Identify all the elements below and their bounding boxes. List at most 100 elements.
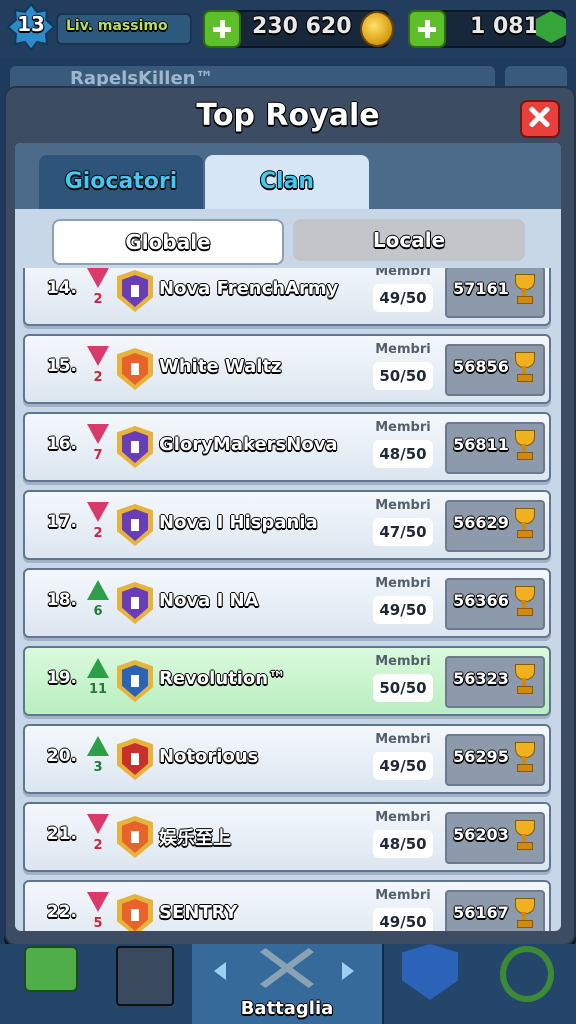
clan-row[interactable]: 16. 7 GloryMakersNova Membri 48/50 56811 (23, 412, 551, 482)
clan-row[interactable]: 19. 11 Revolution™ Membri 50/50 56323 (23, 646, 551, 716)
members-count: 49/50 (373, 596, 433, 624)
add-gold-button[interactable] (203, 10, 241, 48)
members-count: 50/50 (373, 674, 433, 702)
clan-row[interactable]: 18. 6 Nova I NA Membri 49/50 56366 (23, 568, 551, 638)
rank-change: 2 (93, 292, 103, 307)
members-label: Membri (375, 498, 431, 513)
nav-shop[interactable] (0, 944, 98, 1024)
clan-trophies: 56167 (453, 903, 509, 922)
members-count: 49/50 (373, 752, 433, 780)
gold-coin-icon (360, 11, 394, 47)
rank-change: 6 (93, 604, 103, 619)
modal-title: Top Royale (196, 98, 380, 133)
members-label: Membri (375, 810, 431, 825)
members-count: 47/50 (373, 518, 433, 546)
trophy-icon (513, 664, 535, 694)
player-level: 13 (17, 12, 45, 36)
rank-change: 3 (93, 760, 103, 775)
clan-name: Nova I Hispania (159, 512, 318, 533)
clan-row[interactable]: 20. 3 Notorious Membri 49/50 56295 (23, 724, 551, 794)
trend-up-icon (87, 658, 109, 678)
scope-global-button[interactable]: Globale (52, 219, 284, 265)
trophy-icon (513, 430, 535, 460)
clan-list[interactable]: 14. 2 Nova FrenchArmy Membri 49/50 57161 15. 2 W… (15, 268, 561, 931)
clan-trophies: 56323 (453, 669, 509, 688)
trend-down-icon (87, 892, 109, 912)
nav-tournaments[interactable] (480, 944, 576, 1024)
rank-change: 11 (88, 682, 108, 697)
clan-name: White Waltz (159, 356, 282, 377)
clan-rank: 15. (46, 356, 77, 376)
members-count: 49/50 (373, 908, 433, 931)
trophy-icon (513, 274, 535, 304)
clan-name: Notorious (159, 746, 259, 767)
clan-badge-icon (117, 426, 153, 468)
clan-badge-icon (117, 894, 153, 931)
crossed-swords-icon (260, 948, 314, 988)
clan-rank: 21. (46, 824, 77, 844)
gold-value: 230 620 (252, 14, 352, 39)
members-count: 48/50 (373, 440, 433, 468)
members-count: 48/50 (373, 830, 433, 858)
leaderboard-content: Giocatori Clan Globale Locale 14. 2 Nova F… (15, 143, 561, 931)
clan-trophies: 56629 (453, 513, 509, 532)
clan-row[interactable]: 22. 5 SENTRY Membri 49/50 56167 (23, 880, 551, 931)
nav-cards[interactable] (96, 944, 194, 1024)
clan-trophies: 57161 (453, 279, 509, 298)
rank-change: 2 (93, 838, 103, 853)
scope-local-button[interactable]: Locale (293, 219, 525, 261)
clan-row[interactable]: 15. 2 White Waltz Membri 50/50 56856 (23, 334, 551, 404)
members-label: Membri (375, 268, 431, 279)
members-label: Membri (375, 888, 431, 903)
members-label: Membri (375, 576, 431, 591)
rank-change: 2 (93, 526, 103, 541)
trend-down-icon (87, 502, 109, 522)
close-icon (528, 106, 550, 128)
clan-badge-icon (117, 660, 153, 702)
clan-row[interactable]: 14. 2 Nova FrenchArmy Membri 49/50 57161 (23, 268, 551, 326)
clan-rank: 22. (46, 902, 77, 922)
add-gems-button[interactable] (408, 10, 446, 48)
trend-up-icon (87, 580, 109, 600)
clan-row[interactable]: 17. 2 Nova I Hispania Membri 47/50 56629 (23, 490, 551, 560)
clan-badge-icon (117, 504, 153, 546)
tab-clan[interactable]: Clan (205, 155, 369, 209)
trend-down-icon (87, 346, 109, 366)
trend-down-icon (87, 268, 109, 288)
rank-change: 2 (93, 370, 103, 385)
clan-badge-icon (117, 348, 153, 390)
rank-change: 7 (93, 448, 103, 463)
chest-icon (24, 946, 78, 992)
clan-rank: 20. (46, 746, 77, 766)
laurel-trophy-icon (500, 946, 554, 1002)
clan-shield-icon (402, 944, 458, 1000)
clan-name: SENTRY (159, 902, 238, 923)
trophy-icon (513, 742, 535, 772)
clan-name: Nova FrenchArmy (159, 278, 339, 299)
trend-down-icon (87, 814, 109, 834)
members-count: 50/50 (373, 362, 433, 390)
clan-name: 娱乐至上 (159, 828, 231, 849)
clan-rank: 19. (46, 668, 77, 688)
clan-rank: 16. (46, 434, 77, 454)
clan-rank: 17. (46, 512, 77, 532)
clan-row[interactable]: 21. 2 娱乐至上 Membri 48/50 56203 (23, 802, 551, 872)
clan-badge-icon (117, 738, 153, 780)
battle-label: Battaglia (240, 998, 334, 1019)
clan-badge-icon (117, 816, 153, 858)
members-count: 49/50 (373, 284, 433, 312)
tab-players[interactable]: Giocatori (39, 155, 203, 209)
clan-trophies: 56811 (453, 435, 509, 454)
clan-badge-icon (117, 582, 153, 624)
rank-change: 5 (93, 916, 103, 931)
nav-left-arrow[interactable] (214, 962, 226, 980)
clan-name: Nova I NA (159, 590, 259, 611)
nav-clan[interactable] (384, 944, 482, 1024)
nav-right-arrow[interactable] (342, 962, 354, 980)
trophy-icon (513, 898, 535, 928)
trend-down-icon (87, 424, 109, 444)
level-label: Liv. massimo (66, 18, 168, 34)
trend-up-icon (87, 736, 109, 756)
clan-trophies: 56295 (453, 747, 509, 766)
trophy-icon (513, 508, 535, 538)
